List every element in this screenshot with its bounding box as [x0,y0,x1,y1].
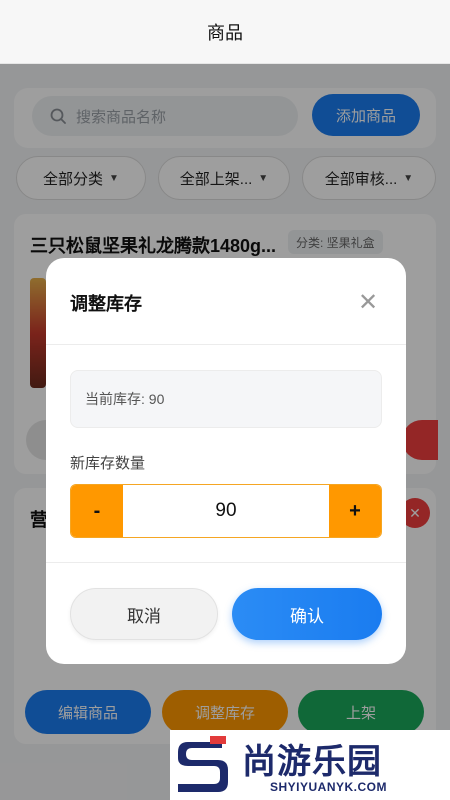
stock-quantity-input[interactable]: 90 [123,485,329,537]
dialog-title: 调整库存 [70,294,142,314]
current-stock-box: 当前库存: 90 [70,370,382,428]
increment-button[interactable]: + [329,485,381,537]
close-icon[interactable]: ✕ [354,288,382,316]
stock-stepper: - 90 + [70,484,382,538]
decrement-button[interactable]: - [71,485,123,537]
page-title: 商品 [207,22,243,43]
divider [46,344,406,345]
confirm-button[interactable]: 确认 [232,588,382,640]
site-url: SHYIYUANYK.COM [270,780,388,794]
current-stock-text: 当前库存: 90 [85,391,165,407]
top-bar: 商品 [0,0,450,64]
site-watermark: 尚游乐园 SHYIYUANYK.COM [170,730,450,800]
site-name: 尚游乐园 [242,742,382,782]
divider [46,562,406,563]
site-logo-icon [178,736,228,792]
new-stock-label: 新库存数量 [70,455,146,472]
adjust-stock-dialog: 调整库存 ✕ 当前库存: 90 新库存数量 - 90 + 取消 确认 [46,258,406,664]
cancel-button[interactable]: 取消 [70,588,218,640]
